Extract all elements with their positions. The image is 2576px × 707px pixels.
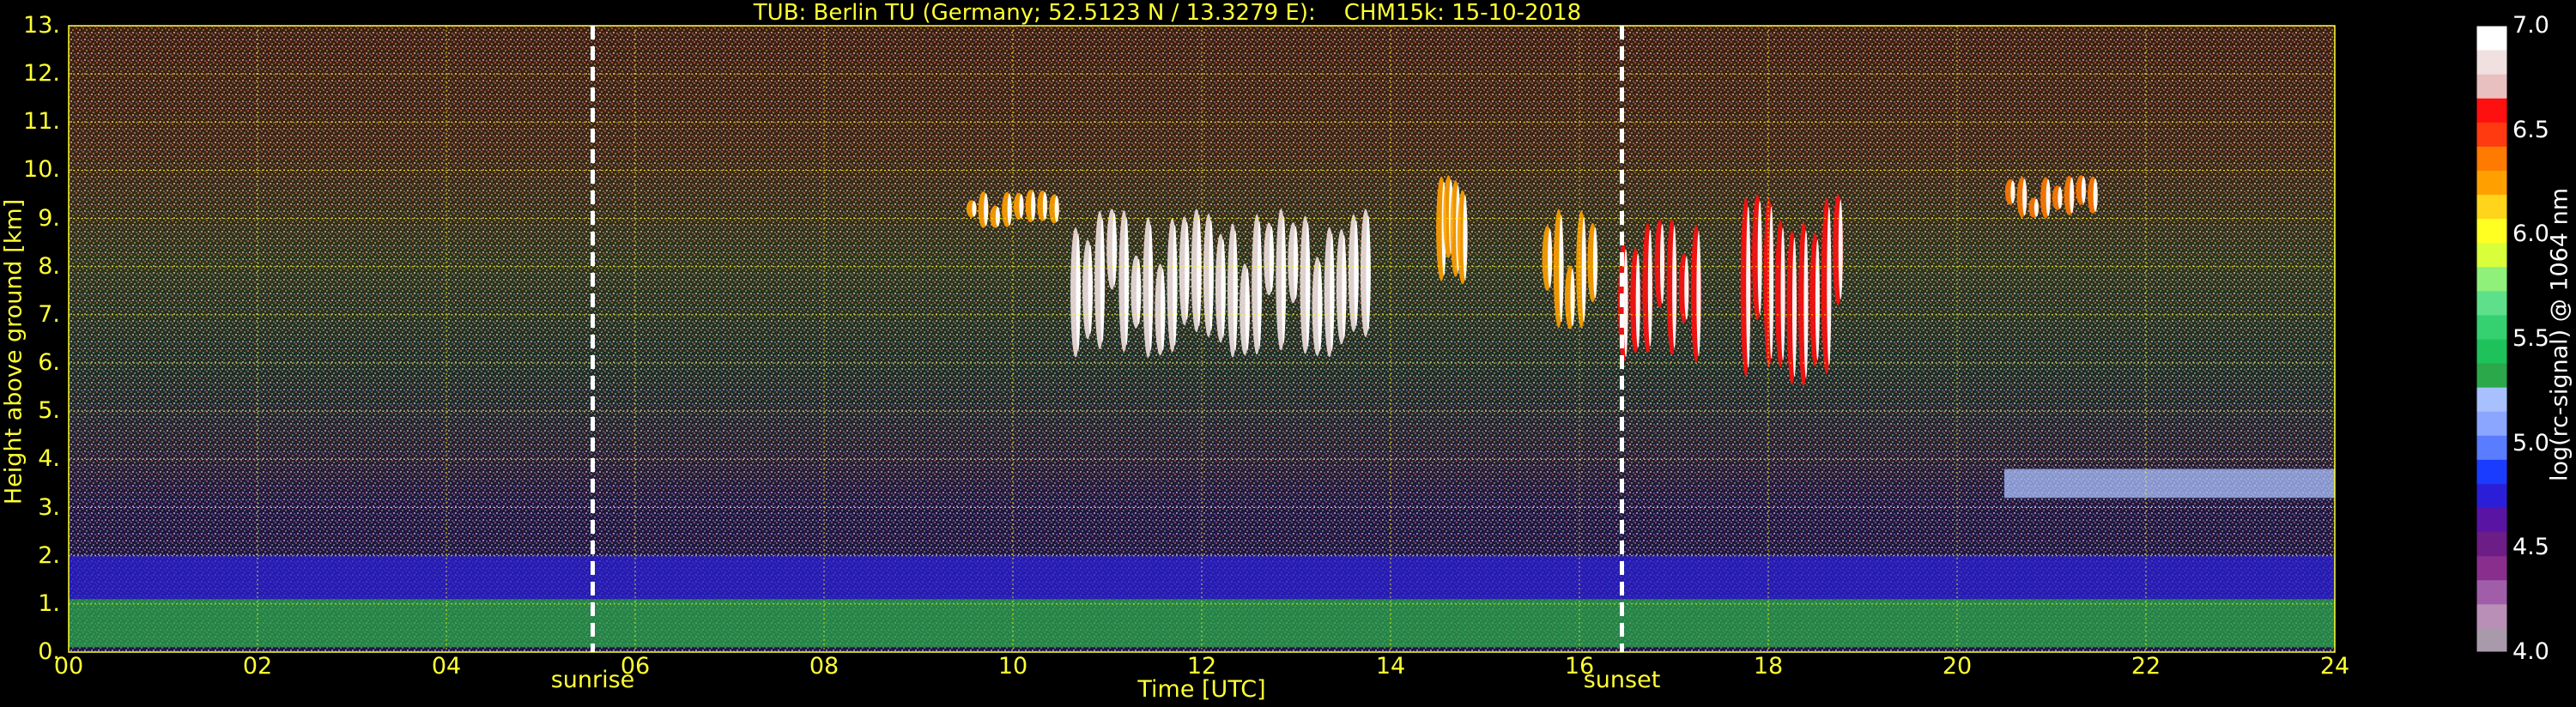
y-tick-label: 1. — [38, 589, 60, 617]
y-tick-label: 6. — [38, 349, 60, 377]
y-tick-label: 2. — [38, 541, 60, 569]
y-tick-label: 10. — [23, 156, 60, 184]
x-tick-label: 10 — [997, 653, 1028, 680]
y-tick-label: 12. — [23, 60, 60, 88]
chart-title: TUB: Berlin TU (Germany; 52.5123 N / 13.… — [753, 0, 1582, 26]
colorbar-tick-label: 5.5 — [2512, 325, 2549, 352]
x-tick-label: 12 — [1186, 653, 1217, 680]
heatmap-plot — [68, 25, 2508, 653]
colorbar — [2476, 25, 2508, 653]
colorbar-tick-label: 4.0 — [2512, 638, 2549, 665]
x-tick-label: 08 — [809, 653, 839, 680]
colorbar-label: log(rc-signal) @ 1064 nm — [2546, 187, 2573, 482]
y-tick-label: 5. — [38, 397, 60, 425]
y-tick-label: 3. — [38, 493, 60, 521]
colorbar-tick-label: 7.0 — [2512, 12, 2549, 39]
x-tick-label: 00 — [53, 653, 84, 680]
x-tick-label: 18 — [1753, 653, 1784, 680]
y-tick-label: 11. — [23, 108, 60, 136]
colorbar-tick-label: 6.0 — [2512, 221, 2549, 248]
annotation-label: sunrise — [550, 667, 635, 693]
colorbar-tick-label: 4.5 — [2512, 534, 2549, 561]
x-tick-label: 22 — [2131, 653, 2161, 680]
ceilometer-figure: TUB: Berlin TU (Germany; 52.5123 N / 13.… — [0, 0, 2576, 707]
colorbar-tick-label: 5.0 — [2512, 429, 2549, 456]
annotation-label: sunset — [1583, 667, 1661, 693]
y-tick-label: 4. — [38, 445, 60, 473]
y-tick-label: 7. — [38, 300, 60, 328]
x-tick-label: 24 — [2319, 653, 2350, 680]
y-tick-label: 13. — [23, 12, 60, 39]
x-tick-label: 14 — [1375, 653, 1406, 680]
aerosol-layer-2 — [2004, 468, 2335, 499]
colorbar-tick-label: 6.5 — [2512, 116, 2549, 143]
y-tick-label: 8. — [38, 252, 60, 280]
x-tick-label: 20 — [1942, 653, 1973, 680]
y-tick-label: 9. — [38, 204, 60, 232]
x-tick-label: 04 — [431, 653, 462, 680]
x-tick-label: 02 — [242, 653, 273, 680]
x-axis-label: Time [UTC] — [1137, 676, 1266, 703]
